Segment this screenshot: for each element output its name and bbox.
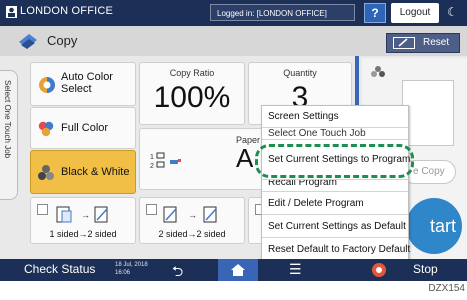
full-color-label: Full Color: [61, 122, 109, 134]
home-icon: [231, 264, 245, 276]
copy-ratio-title: Copy Ratio: [169, 68, 215, 78]
paper-value: A: [236, 143, 254, 173]
date-time: 18 Jul, 2018 16:06: [115, 262, 148, 276]
menu-icon[interactable]: ☰: [289, 261, 302, 278]
black-white-icon: [38, 165, 54, 180]
start-button[interactable]: tart: [406, 198, 462, 254]
check-status-button[interactable]: Check Status: [24, 262, 95, 276]
sample-copy-label: e Copy: [413, 166, 445, 177]
copy-screen: LONDON OFFICE Logged in: [LONDON OFFICE]…: [0, 0, 467, 281]
top-bar: LONDON OFFICE Logged in: [LONDON OFFICE]…: [0, 0, 467, 26]
auto-color-label-2: Select: [61, 83, 92, 95]
quantity-title: Quantity: [283, 68, 317, 78]
checkbox: [146, 204, 157, 215]
black-white-label: Black & White: [61, 166, 130, 178]
energy-saver-icon[interactable]: ☾: [447, 5, 458, 19]
reset-icon: [393, 37, 415, 49]
copy-app-icon: [19, 34, 37, 49]
office-name: LONDON OFFICE: [20, 5, 114, 17]
duplex-1-to-2-button[interactable]: → 1 sided→2 sided: [30, 197, 136, 244]
figure-code: DZX154: [428, 283, 465, 294]
menu-item-recall-program[interactable]: Recall Program: [262, 180, 408, 192]
duplex-label: 1 sided→2 sided: [49, 229, 117, 239]
full-color-button[interactable]: Full Color: [30, 107, 136, 149]
menu-item-screen-settings[interactable]: Screen Settings: [262, 106, 408, 128]
black-white-button[interactable]: Black & White: [30, 150, 136, 194]
select-one-touch-job-tab[interactable]: Select One Touch Job: [0, 70, 18, 200]
svg-text:1: 1: [150, 154, 154, 161]
duplex-2-to-2-button[interactable]: → 2 sided→2 sided: [139, 197, 245, 244]
logout-button[interactable]: Logout: [391, 3, 439, 23]
stop-symbol: [376, 267, 382, 273]
start-label: tart: [429, 216, 456, 236]
preview-page: [402, 80, 454, 146]
auto-color-select-button[interactable]: Auto Color Select: [30, 62, 136, 106]
svg-text:→: →: [188, 210, 197, 220]
menu-item-edit-delete-program[interactable]: Edit / Delete Program: [262, 192, 408, 215]
menu-item-reset-default-to-factory-default[interactable]: Reset Default to Factory Default: [262, 238, 410, 261]
paper-tray-icon: 1 2: [150, 152, 181, 170]
preview-icon: [371, 66, 385, 77]
highlight-callout: [255, 144, 414, 178]
copy-ratio-value: 100%: [153, 81, 231, 114]
svg-text:→: →: [81, 210, 90, 220]
home-button[interactable]: [218, 259, 258, 281]
user-icon: [6, 6, 17, 18]
back-icon[interactable]: ⮌: [172, 261, 183, 281]
menu-item-set-current-settings-as-default[interactable]: Set Current Settings as Default: [262, 215, 408, 238]
options-menu: Screen Settings Select One Touch Job Set…: [261, 105, 410, 262]
copy-ratio-tile[interactable]: Copy Ratio 100%: [139, 62, 245, 125]
stop-button[interactable]: Stop: [413, 262, 438, 276]
duplex-icon: →: [56, 206, 108, 223]
help-button[interactable]: ?: [364, 3, 386, 23]
auto-color-icon: [39, 77, 55, 93]
app-title: Copy: [47, 33, 78, 48]
full-color-icon: [38, 121, 54, 137]
duplex-label: 2 sided→2 sided: [158, 229, 226, 239]
duplex-icon: →: [163, 206, 217, 223]
stop-icon[interactable]: [372, 263, 386, 277]
status-bar: Check Status 18 Jul, 2018 16:06 ⮌ ☰ Stop: [0, 259, 467, 281]
login-status: Logged in: [LONDON OFFICE]: [210, 4, 355, 21]
checkbox: [37, 204, 48, 215]
menu-item-select-one-touch-job[interactable]: Select One Touch Job: [262, 128, 408, 140]
svg-text:2: 2: [150, 163, 154, 170]
reset-button[interactable]: Reset: [386, 33, 460, 53]
